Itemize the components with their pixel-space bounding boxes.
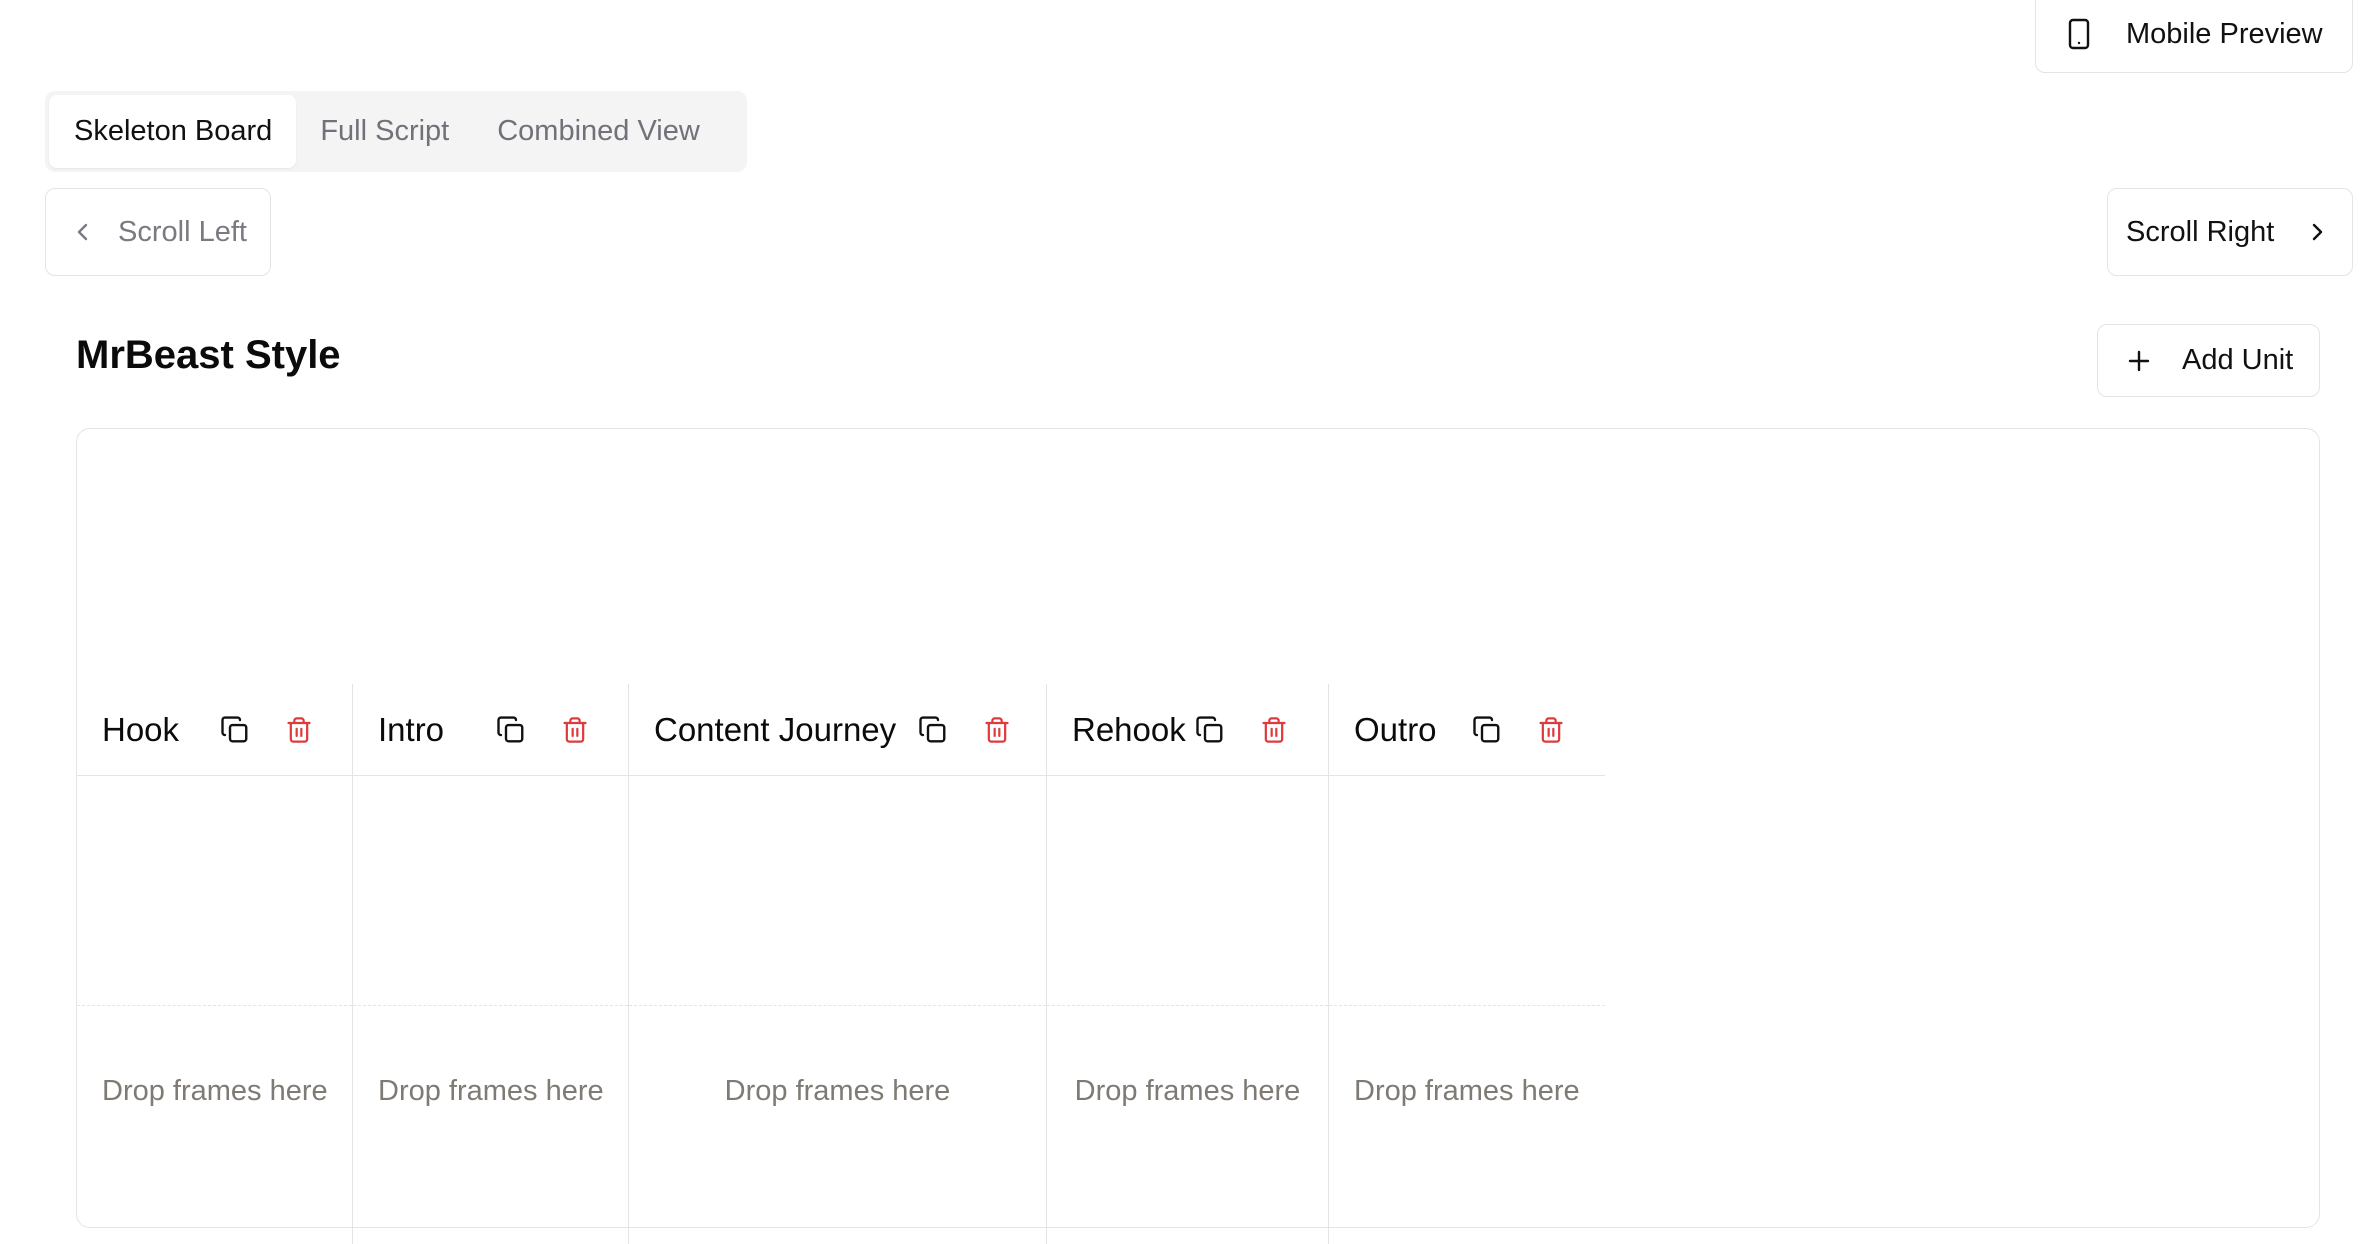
- frames-area: [77, 776, 352, 1006]
- trash-icon[interactable]: [1257, 713, 1291, 747]
- drop-zone[interactable]: Drop frames here: [1047, 1006, 1328, 1176]
- drop-zone[interactable]: Drop frames here: [1329, 1006, 1605, 1176]
- unit-title: Content Journey: [654, 710, 897, 748]
- add-unit-button[interactable]: Add Unit: [2097, 324, 2320, 397]
- copy-icon[interactable]: [494, 713, 528, 747]
- mobile-preview-label: Mobile Preview: [2126, 17, 2323, 50]
- add-unit-label: Add Unit: [2182, 344, 2294, 376]
- drop-zone[interactable]: Drop frames here: [77, 1006, 352, 1176]
- trash-icon[interactable]: [980, 713, 1014, 747]
- view-tabs: Skeleton Board Full Script Combined View: [45, 91, 747, 172]
- copy-icon[interactable]: [1193, 713, 1227, 747]
- unit-header: Outro: [1329, 684, 1605, 776]
- unit-header: Intro: [353, 684, 628, 776]
- board-title: MrBeast Style: [76, 333, 341, 377]
- tab-combined-view[interactable]: Combined View: [473, 95, 724, 168]
- unit-title: Outro: [1354, 710, 1437, 748]
- copy-icon[interactable]: [218, 713, 252, 747]
- trash-icon[interactable]: [282, 713, 316, 747]
- chevron-right-icon: [2300, 220, 2334, 244]
- tab-skeleton-board[interactable]: Skeleton Board: [49, 95, 297, 168]
- drop-zone-text: Drop frames here: [724, 1074, 951, 1107]
- drop-zone[interactable]: Drop frames here: [353, 1006, 628, 1176]
- frames-area: [629, 776, 1046, 1006]
- frames-area: [1047, 776, 1328, 1006]
- trash-icon[interactable]: [558, 713, 592, 747]
- unit-column-outro: Outro Drop frames here: [1329, 684, 1605, 1244]
- copy-icon[interactable]: [1470, 713, 1504, 747]
- unit-title: Rehook: [1072, 710, 1186, 748]
- frames-area: [1329, 776, 1605, 1006]
- frames-area: [353, 776, 628, 1006]
- unit-column-hook: Hook Drop frames here: [77, 684, 353, 1244]
- skeleton-board: Hook Drop frames here Intro Drop frames …: [76, 428, 2320, 1244]
- copy-icon[interactable]: [916, 713, 950, 747]
- unit-header: Hook: [77, 684, 352, 776]
- unit-title: Intro: [378, 710, 445, 748]
- drop-zone-text: Drop frames here: [1074, 1074, 1301, 1107]
- unit-title: Hook: [102, 710, 180, 748]
- trash-icon[interactable]: [1534, 713, 1568, 747]
- unit-header: Content Journey: [629, 684, 1046, 776]
- drop-zone-text: Drop frames here: [102, 1074, 328, 1107]
- unit-columns: Hook Drop frames here Intro Drop frames …: [77, 684, 1605, 1244]
- unit-column-intro: Intro Drop frames here: [353, 684, 629, 1244]
- smartphone-icon: [2062, 17, 2096, 51]
- scroll-right-button[interactable]: Scroll Right: [2107, 188, 2353, 276]
- drop-zone-text: Drop frames here: [378, 1074, 604, 1107]
- scroll-right-label: Scroll Right: [2126, 215, 2275, 248]
- mobile-preview-button[interactable]: Mobile Preview: [2035, 0, 2353, 73]
- unit-column-rehook: Rehook Drop frames here: [1047, 684, 1329, 1244]
- drop-zone[interactable]: Drop frames here: [629, 1006, 1046, 1176]
- tab-full-script[interactable]: Full Script: [296, 95, 473, 168]
- unit-header: Rehook: [1047, 684, 1328, 776]
- chevron-left-icon: [66, 220, 100, 244]
- scroll-left-button[interactable]: Scroll Left: [45, 188, 271, 276]
- unit-column-content-journey: Content Journey Drop frames here: [629, 684, 1047, 1244]
- plus-icon: [2124, 349, 2154, 373]
- scroll-left-label: Scroll Left: [118, 215, 247, 248]
- drop-zone-text: Drop frames here: [1354, 1074, 1580, 1107]
